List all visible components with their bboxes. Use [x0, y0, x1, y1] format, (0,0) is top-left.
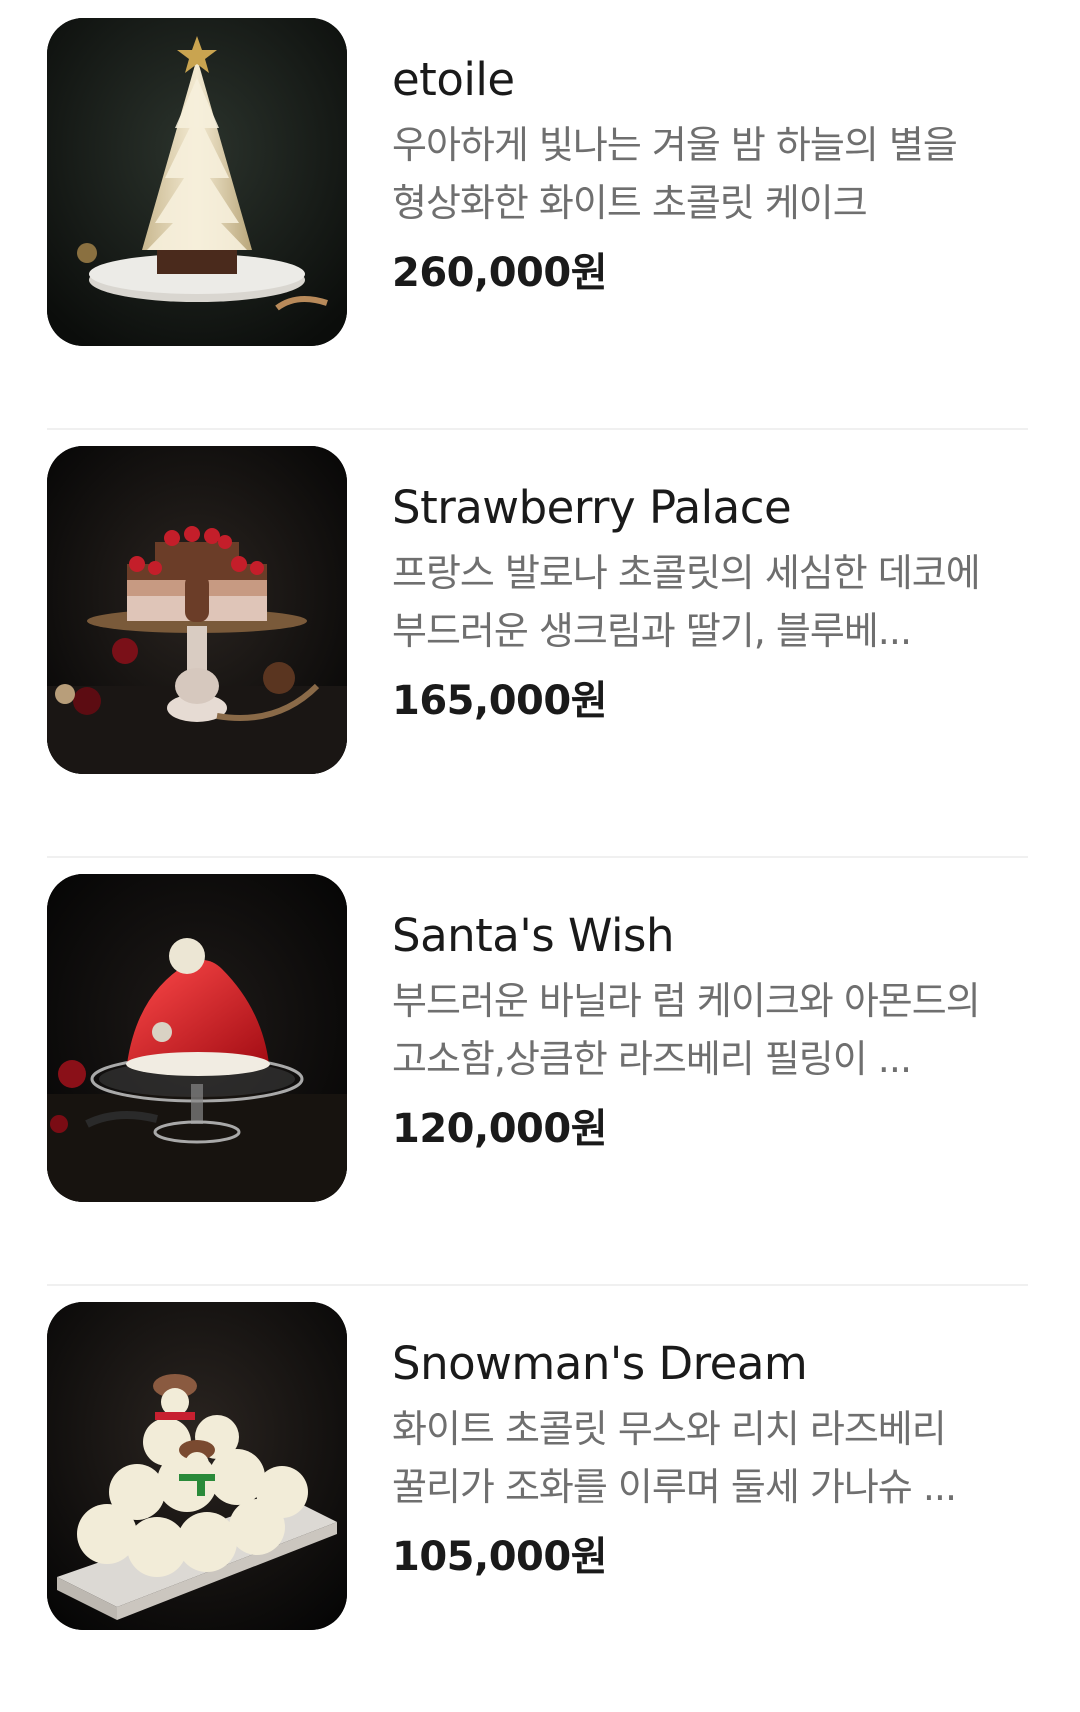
product-image[interactable] — [47, 18, 347, 346]
santa-hat-cake-image — [47, 874, 347, 1202]
product-description: 우아하게 빛나는 겨울 밤 하늘의 별을 형상화한 화이트 초콜릿 케이크 — [392, 123, 958, 225]
product-image[interactable] — [47, 874, 347, 1202]
product-name[interactable]: Santa's Wish — [392, 906, 1032, 966]
product-price: 165,000원 — [392, 678, 608, 724]
white-chocolate-tree-cake-image — [47, 18, 347, 346]
product-price: 120,000원 — [392, 1106, 608, 1152]
product-name[interactable]: Strawberry Palace — [392, 478, 1032, 538]
list-item[interactable]: Santa's Wish 부드러운 바닐라 럼 케이크와 아몬드의 고소함,상큼… — [0, 856, 1080, 1284]
snowman-cake-image — [47, 1302, 347, 1630]
product-description: 부드러운 바닐라 럼 케이크와 아몬드의 고소함,상큼한 라즈베리 필링이 ..… — [392, 979, 981, 1081]
product-info: Santa's Wish 부드러운 바닐라 럼 케이크와 아몬드의 고소함,상큼… — [392, 906, 1032, 1156]
list-item[interactable]: Snowman's Dream 화이트 초콜릿 무스와 리치 라즈베리 꿀리가 … — [0, 1284, 1080, 1712]
product-image[interactable] — [47, 1302, 347, 1630]
list-item[interactable]: etoile 우아하게 빛나는 겨울 밤 하늘의 별을 형상화한 화이트 초콜릿… — [0, 0, 1080, 428]
strawberry-chocolate-cake-image — [47, 446, 347, 774]
product-description: 프랑스 발로나 초콜릿의 세심한 데코에 부드러운 생크림과 딸기, 블루베..… — [392, 551, 981, 653]
product-image[interactable] — [47, 446, 347, 774]
product-info: Snowman's Dream 화이트 초콜릿 무스와 리치 라즈베리 꿀리가 … — [392, 1334, 1032, 1584]
product-name[interactable]: Snowman's Dream — [392, 1334, 1032, 1394]
product-info: Strawberry Palace 프랑스 발로나 초콜릿의 세심한 데코에 부… — [392, 478, 1032, 728]
product-info: etoile 우아하게 빛나는 겨울 밤 하늘의 별을 형상화한 화이트 초콜릿… — [392, 50, 1032, 300]
product-price: 260,000원 — [392, 250, 608, 296]
product-list: etoile 우아하게 빛나는 겨울 밤 하늘의 별을 형상화한 화이트 초콜릿… — [0, 0, 1080, 1712]
product-description: 화이트 초콜릿 무스와 리치 라즈베리 꿀리가 조화를 이루며 둘세 가나슈 .… — [392, 1407, 957, 1509]
product-price: 105,000원 — [392, 1534, 608, 1580]
product-name[interactable]: etoile — [392, 50, 1032, 110]
list-item[interactable]: Strawberry Palace 프랑스 발로나 초콜릿의 세심한 데코에 부… — [0, 428, 1080, 856]
